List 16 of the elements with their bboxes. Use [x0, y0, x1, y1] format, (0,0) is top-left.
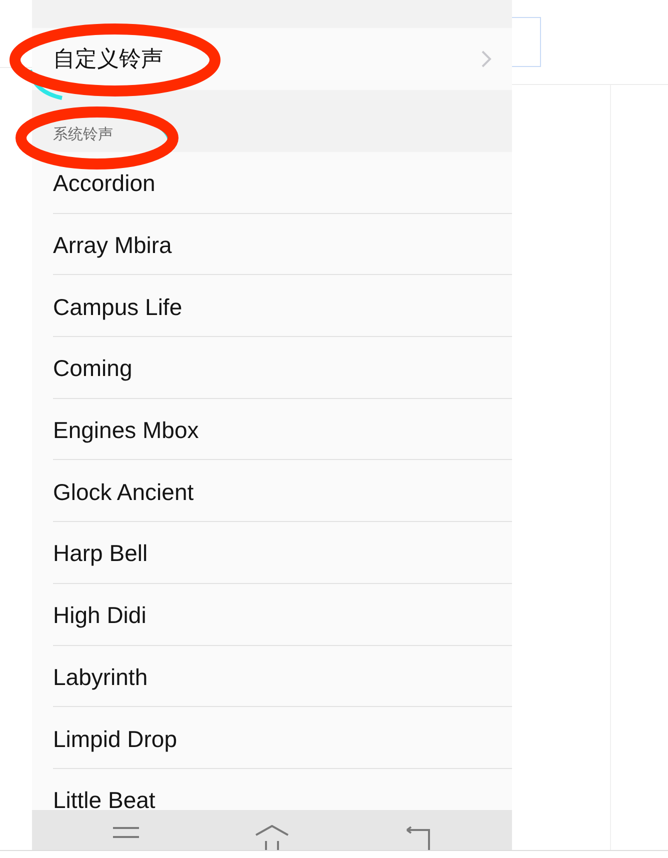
ringtone-item[interactable]: Accordion [53, 167, 156, 198]
ringtone-item[interactable]: Limpid Drop [53, 722, 177, 753]
ringtone-item[interactable]: Harp Bell [53, 537, 148, 568]
custom-ringtone-label: 自定义铃声 [53, 45, 163, 73]
ringtone-item[interactable]: Glock Ancient [53, 476, 194, 506]
ringtone-item[interactable]: Labyrinth [53, 660, 148, 691]
ringtone-item[interactable]: High Didi [53, 599, 146, 630]
input-field[interactable] [512, 17, 541, 67]
section-title: 系统铃声 [53, 125, 113, 145]
ringtone-item[interactable]: Campus Life [53, 290, 182, 321]
chevron-icon [481, 50, 492, 68]
ringtone-item[interactable]: Coming [53, 352, 132, 382]
home-icon[interactable] [254, 825, 290, 850]
ringtone-item[interactable]: Array Mbira [53, 229, 172, 260]
ringtone-item[interactable]: Little Beat [53, 784, 156, 810]
ringtone-item[interactable]: Engines Mbox [53, 414, 199, 444]
